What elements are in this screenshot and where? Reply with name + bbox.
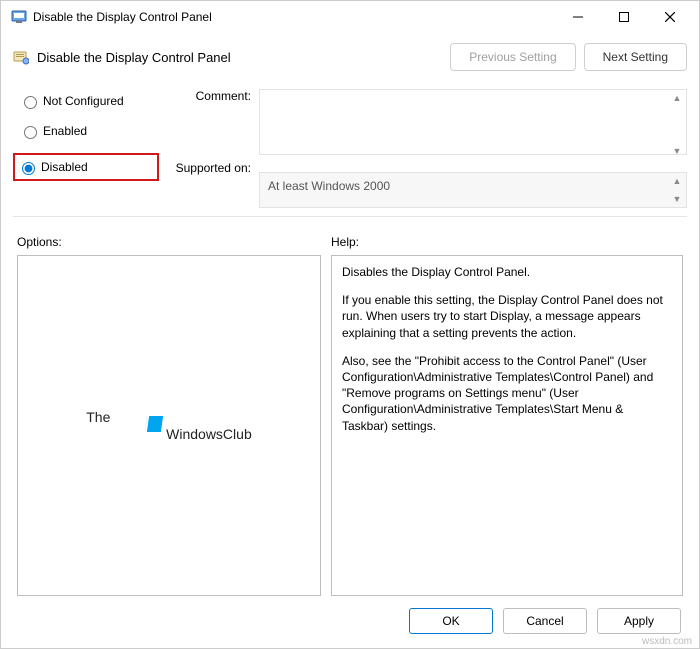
radio-enabled-input[interactable] xyxy=(24,126,37,139)
policy-name: Disable the Display Control Panel xyxy=(37,50,442,65)
comment-wrap: ▲ ▼ xyxy=(259,89,687,160)
apply-button[interactable]: Apply xyxy=(597,608,681,634)
header-row: Disable the Display Control Panel Previo… xyxy=(1,33,699,77)
comment-textarea[interactable] xyxy=(259,89,687,155)
scroll-down-icon: ▼ xyxy=(673,146,682,156)
policy-editor-window: Disable the Display Control Panel Disabl… xyxy=(0,0,700,649)
previous-setting-button[interactable]: Previous Setting xyxy=(450,43,575,71)
watermark-line2: WindowsClub xyxy=(166,426,252,442)
field-labels-column: Comment: Supported on: xyxy=(159,81,259,208)
watermark: The WindowsClub xyxy=(86,409,251,443)
supported-on-value: At least Windows 2000 xyxy=(259,172,687,208)
section-labels: Options: Help: xyxy=(1,217,699,255)
titlebar: Disable the Display Control Panel xyxy=(1,1,699,33)
cancel-button[interactable]: Cancel xyxy=(503,608,587,634)
comment-scroll[interactable]: ▲ ▼ xyxy=(671,93,683,156)
maximize-button[interactable] xyxy=(601,2,647,32)
watermark-line1: The xyxy=(86,409,251,426)
scroll-down-icon: ▼ xyxy=(673,194,682,204)
help-pane: Disables the Display Control Panel. If y… xyxy=(331,255,683,596)
options-label: Options: xyxy=(17,235,331,249)
scroll-up-icon: ▲ xyxy=(673,176,682,186)
radio-disabled-input[interactable] xyxy=(22,162,35,175)
help-label: Help: xyxy=(331,235,683,249)
scroll-up-icon: ▲ xyxy=(673,93,682,103)
radio-enabled-label: Enabled xyxy=(43,124,87,138)
minimize-button[interactable] xyxy=(555,2,601,32)
supported-scroll[interactable]: ▲ ▼ xyxy=(671,176,683,204)
window-controls xyxy=(555,2,693,32)
radio-not-configured[interactable]: Not Configured xyxy=(19,93,159,109)
radio-disabled[interactable]: Disabled xyxy=(13,153,159,181)
radio-not-configured-label: Not Configured xyxy=(43,94,124,108)
options-pane: The WindowsClub xyxy=(17,255,321,596)
help-paragraph-1: Disables the Display Control Panel. xyxy=(342,264,672,280)
ok-button[interactable]: OK xyxy=(409,608,493,634)
help-paragraph-2: If you enable this setting, the Display … xyxy=(342,292,672,341)
comment-label: Comment: xyxy=(159,89,259,161)
policy-app-icon xyxy=(11,9,27,25)
supported-on-label: Supported on: xyxy=(159,161,259,175)
radio-disabled-label: Disabled xyxy=(41,160,88,174)
close-button[interactable] xyxy=(647,2,693,32)
radio-not-configured-input[interactable] xyxy=(24,96,37,109)
source-watermark: wsxdn.com xyxy=(642,636,692,647)
fields-column: ▲ ▼ At least Windows 2000 ▲ ▼ xyxy=(259,81,687,208)
supported-wrap: At least Windows 2000 ▲ ▼ xyxy=(259,172,687,208)
panes: The WindowsClub Disables the Display Con… xyxy=(1,255,699,596)
next-setting-button[interactable]: Next Setting xyxy=(584,43,687,71)
window-title: Disable the Display Control Panel xyxy=(33,10,555,24)
policy-item-icon xyxy=(13,49,29,65)
config-area: Not Configured Enabled Disabled Comment:… xyxy=(1,77,699,208)
dialog-buttons: OK Cancel Apply xyxy=(1,596,699,648)
windows-logo-icon xyxy=(145,416,163,432)
state-radio-group: Not Configured Enabled Disabled xyxy=(19,81,159,208)
radio-enabled[interactable]: Enabled xyxy=(19,123,159,139)
help-paragraph-3: Also, see the "Prohibit access to the Co… xyxy=(342,353,672,434)
